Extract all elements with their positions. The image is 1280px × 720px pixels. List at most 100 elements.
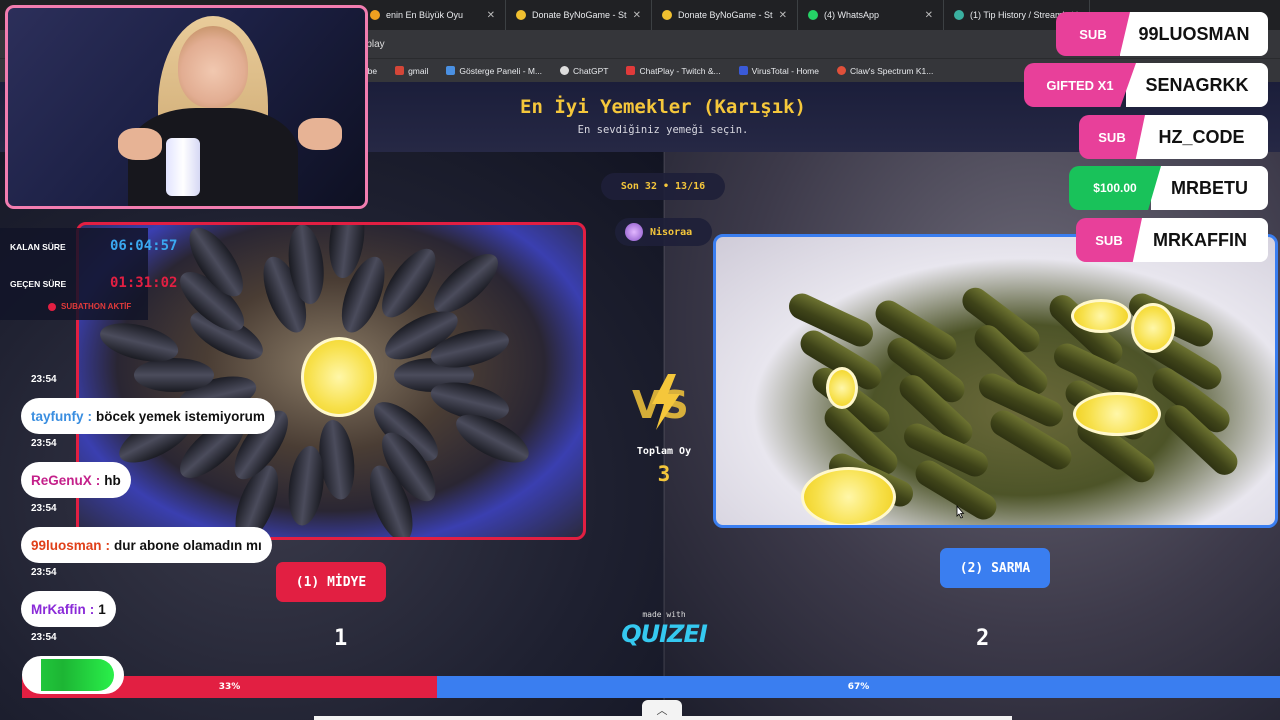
alert-username: MRBETU	[1151, 166, 1268, 210]
option-1-vote-count: 1	[334, 626, 348, 651]
chat-message: ReGenuX : hb	[21, 462, 131, 498]
alert-username: 99LUOSMAN	[1120, 12, 1268, 56]
bookmark-item[interactable]: ChatGPT	[560, 66, 608, 76]
mussel-shell	[134, 358, 214, 392]
total-votes-label: Toplam Oy	[636, 446, 692, 457]
tab-title: (4) WhatsApp	[824, 10, 880, 20]
bookmark-item[interactable]: ChatPlay - Twitch &...	[626, 65, 721, 76]
tab-close-icon[interactable]: ✕	[779, 10, 787, 21]
chat-message: tayfunfy : böcek yemek istemiyorum	[21, 398, 275, 434]
bookmark-item[interactable]: Claw's Spectrum K1...	[837, 66, 933, 76]
alert-sub: SUB 99LUOSMAN	[1056, 12, 1268, 56]
bookmark-item[interactable]: gmail	[395, 66, 428, 76]
chat-username: MrKaffin	[31, 601, 86, 617]
alert-tag: SUB	[1079, 115, 1145, 159]
tab-title: enin En Büyük Oyu	[386, 10, 464, 20]
chat-timestamp: 23:54	[31, 567, 57, 578]
chat-username: ReGenuX	[31, 472, 92, 488]
chat-timestamp: 23:54	[31, 632, 57, 643]
bookmark-item[interactable]: VirusTotal - Home	[738, 66, 819, 76]
bookmark-label: ChatGPT	[573, 65, 609, 76]
chat-username: tayfunfy	[31, 408, 84, 424]
elapsed-time-value: 01:31:02	[110, 275, 178, 291]
subathon-status: SUBATHON AKTİF	[48, 302, 131, 311]
chatgpt-icon	[560, 66, 570, 75]
chat-username: 99luosman	[31, 537, 102, 553]
tab-favicon-icon	[808, 10, 818, 20]
versus-icon: VS	[632, 374, 689, 430]
spectrum-icon	[837, 66, 846, 75]
chat-separator: :	[105, 537, 111, 553]
option-1-button[interactable]: (1) MİDYE	[276, 562, 386, 602]
chatplay-icon	[626, 66, 636, 75]
alert-sub: SUB MRKAFFIN	[1076, 218, 1268, 262]
streamer-hand	[118, 128, 162, 160]
lemon-slice	[301, 337, 377, 417]
goal-progress-fill	[41, 659, 115, 691]
webcam-overlay	[5, 5, 368, 209]
player-name: Nisoraa	[650, 226, 693, 238]
alert-donation: $100.00 MRBETU	[1069, 166, 1268, 210]
browser-tab[interactable]: Donate ByNoGame - Stre ✕	[652, 0, 798, 30]
tab-favicon-icon	[370, 10, 380, 20]
alert-tag: SUB	[1056, 12, 1130, 56]
remaining-time-label: KALAN SÜRE	[10, 242, 66, 252]
goal-progress-bar	[22, 656, 124, 694]
tab-title: Donate ByNoGame - Stre	[532, 10, 627, 20]
streamer-hand	[298, 118, 342, 150]
total-votes-value: 3	[657, 462, 671, 486]
bookmark-label: gmail	[408, 65, 429, 76]
mussel-shell	[284, 443, 328, 528]
chat-timestamp: 23:54	[31, 503, 57, 514]
alert-gift: GIFTED X1 SENAGRKK	[1024, 63, 1268, 107]
alert-username: HZ_CODE	[1135, 115, 1268, 159]
player-badge: Nisoraa	[615, 218, 712, 246]
dashboard-icon	[446, 66, 456, 75]
chat-message: 99luosman : dur abone olamadın mı	[21, 527, 272, 563]
tab-close-icon[interactable]: ✕	[925, 10, 933, 21]
tab-title: (1) Tip History / Streamla	[970, 10, 1065, 20]
bookmark-label: Claw's Spectrum K1...	[850, 65, 934, 76]
chat-text: böcek yemek istemiyorum	[96, 408, 265, 424]
lemon-slice	[1131, 303, 1175, 353]
chat-separator: :	[89, 601, 95, 617]
elapsed-time-label: GEÇEN SÜRE	[10, 279, 67, 289]
streamer-face	[178, 26, 248, 108]
chevron-up-icon: ︿	[656, 704, 668, 717]
option-1-image[interactable]	[76, 222, 586, 540]
chat-text: 1	[98, 601, 106, 617]
chat-timestamp: 23:54	[31, 374, 57, 385]
bookmark-label: ChatPlay - Twitch &...	[639, 65, 721, 76]
avatar	[625, 223, 643, 241]
tab-close-icon[interactable]: ✕	[633, 10, 641, 21]
made-with-label: made with	[642, 610, 686, 619]
bookmark-label: Gösterge Paneli - M...	[459, 65, 543, 76]
lemon-slice	[1071, 299, 1131, 333]
tab-favicon-icon	[662, 10, 672, 20]
chat-text: dur abone olamadın mı	[114, 537, 262, 553]
tab-close-icon[interactable]: ✕	[487, 10, 495, 21]
option-2-image[interactable]	[713, 234, 1278, 528]
bookmark-item[interactable]: Gösterge Paneli - M...	[446, 66, 542, 76]
chat-message: MrKaffin : 1	[21, 591, 116, 627]
quizei-logo[interactable]: QUIZEI	[612, 620, 716, 648]
browser-tab[interactable]: Donate ByNoGame - Stre ✕	[506, 0, 652, 30]
option-2-vote-share: 67%	[437, 676, 1280, 698]
streamer-body	[128, 108, 298, 206]
option-2-button[interactable]: (2) SARMA	[940, 548, 1050, 588]
microphone	[166, 138, 200, 196]
option-2-vote-count: 2	[976, 626, 990, 651]
round-indicator: Son 32 • 13/16	[601, 173, 725, 200]
scroll-up-handle[interactable]: ︿	[642, 700, 682, 720]
mouse-cursor-icon	[956, 505, 965, 519]
lemon-slice	[826, 367, 858, 409]
tab-favicon-icon	[954, 10, 964, 20]
tab-favicon-icon	[516, 10, 526, 20]
remaining-time-value: 06:04:57	[110, 238, 178, 254]
alert-tag: $100.00	[1069, 166, 1161, 210]
browser-tab[interactable]: (4) WhatsApp ✕	[798, 0, 944, 30]
subathon-status-label: SUBATHON AKTİF	[61, 302, 132, 311]
alert-sub: SUB HZ_CODE	[1079, 115, 1268, 159]
vote-progress-bar: 33% 67%	[22, 676, 1280, 698]
browser-tab[interactable]: enin En Büyük Oyu ✕	[360, 0, 506, 30]
